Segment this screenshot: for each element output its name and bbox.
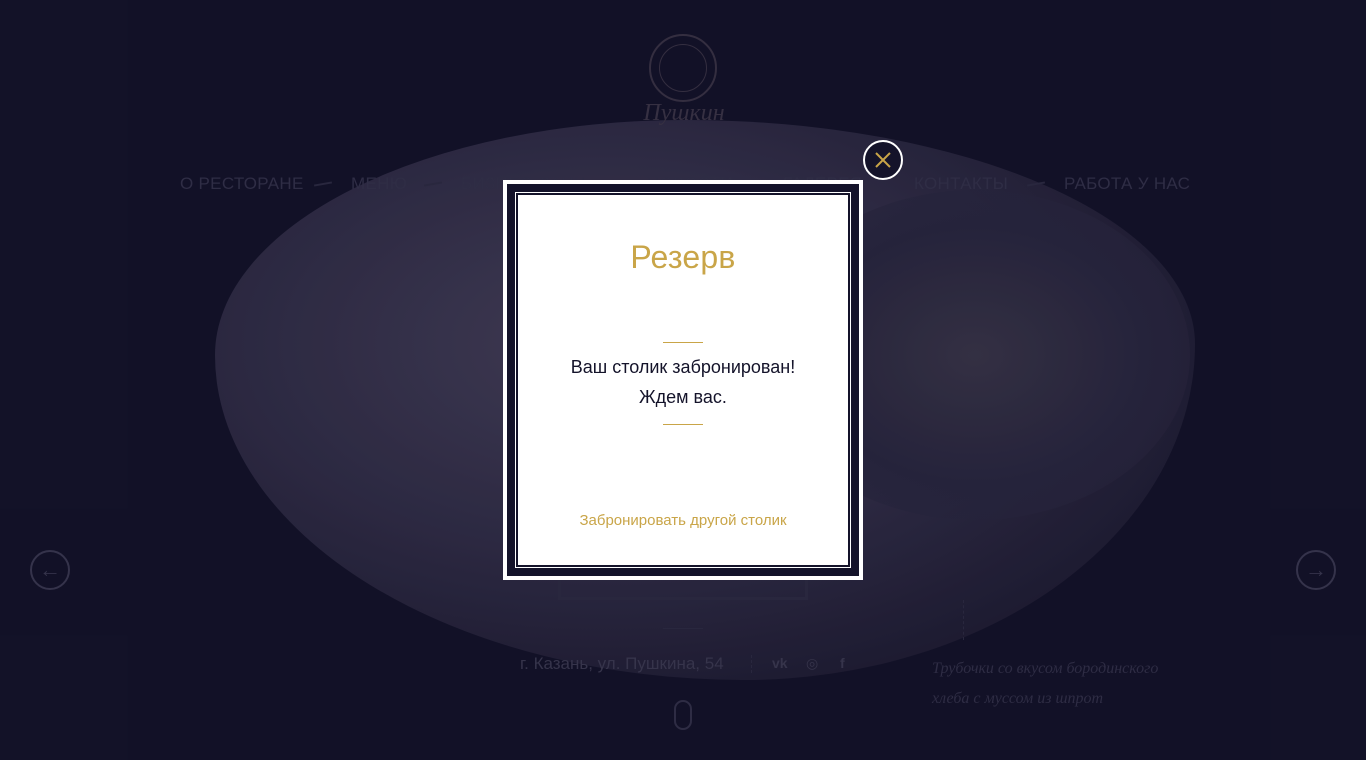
book-another-table-link[interactable]: Забронировать другой столик bbox=[518, 512, 848, 529]
modal-content: Резерв Ваш столик забронирован! Ждем вас… bbox=[518, 195, 848, 565]
close-icon bbox=[875, 152, 891, 168]
reservation-modal: Резерв Ваш столик забронирован! Ждем вас… bbox=[503, 180, 863, 580]
modal-title: Резерв bbox=[630, 239, 736, 275]
modal-close-button[interactable] bbox=[863, 140, 903, 180]
confirmation-message: Ваш столик забронирован! bbox=[570, 357, 796, 377]
confirmation-message-second: Ждем вас. bbox=[639, 387, 727, 407]
divider bbox=[663, 342, 703, 343]
divider bbox=[663, 424, 703, 425]
